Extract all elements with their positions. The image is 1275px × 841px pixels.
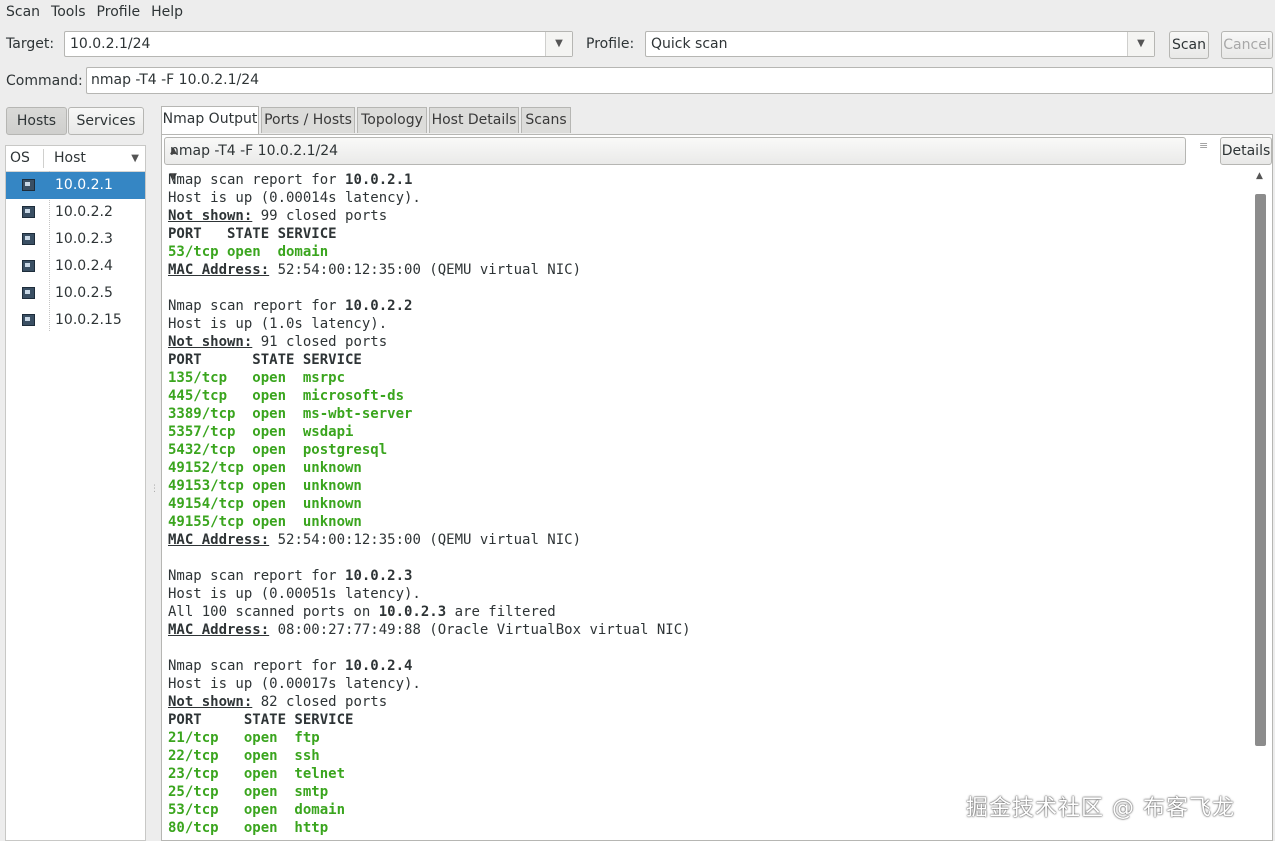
output-line: 135/tcp open msrpc bbox=[168, 370, 346, 386]
target-combo[interactable]: 10.0.2.1/24 ▼ bbox=[64, 31, 573, 57]
host-ip: 10.0.2.5 bbox=[55, 285, 113, 301]
os-unknown-icon bbox=[22, 206, 35, 218]
output-line: 49154/tcp open unknown bbox=[168, 496, 362, 512]
output-line: All 100 scanned ports on 10.0.2.3 are fi… bbox=[168, 604, 556, 620]
watermark: 掘金技术社区 @ 布客飞龙 bbox=[966, 796, 1235, 821]
output-scan-select[interactable]: nmap -T4 -F 10.0.2.1/24 ▲ ▼ bbox=[164, 137, 1186, 182]
pane-resize-grip[interactable]: ⋮ bbox=[150, 484, 159, 494]
host-row[interactable]: 10.0.2.15 bbox=[6, 307, 145, 334]
output-line: Host is up (0.00051s latency). bbox=[168, 586, 421, 602]
output-line: MAC Address: 52:54:00:12:35:00 (QEMU vir… bbox=[168, 532, 582, 548]
output-line: Nmap scan report for 10.0.2.4 bbox=[168, 658, 413, 674]
menu-tools[interactable]: Tools bbox=[45, 1, 91, 23]
output-line: Nmap scan report for 10.0.2.3 bbox=[168, 568, 413, 584]
sort-descending-icon[interactable]: ▼ bbox=[131, 146, 139, 171]
column-host[interactable]: Host bbox=[54, 146, 86, 171]
toolbar-grip-icon: ≡ bbox=[1199, 139, 1209, 152]
host-row[interactable]: 10.0.2.2 bbox=[6, 199, 145, 226]
output-line: PORT STATE SERVICE bbox=[168, 226, 337, 242]
menu-help[interactable]: Help bbox=[145, 1, 188, 23]
scrollbar-thumb[interactable] bbox=[1255, 194, 1266, 746]
command-value[interactable]: nmap -T4 -F 10.0.2.1/24 bbox=[91, 68, 259, 93]
host-ip: 10.0.2.3 bbox=[55, 231, 113, 247]
column-os[interactable]: OS bbox=[10, 146, 30, 171]
profile-label: Profile: bbox=[586, 36, 635, 52]
output-line: 49153/tcp open unknown bbox=[168, 478, 362, 494]
host-ip: 10.0.2.1 bbox=[55, 177, 113, 193]
menubar: Scan Tools Profile Help bbox=[0, 0, 1275, 24]
scan-toolbar: Target: 10.0.2.1/24 ▼ Profile: Quick sca… bbox=[0, 27, 1275, 61]
os-unknown-icon bbox=[22, 287, 35, 299]
host-ip: 10.0.2.2 bbox=[55, 204, 113, 220]
host-row[interactable]: 10.0.2.5 bbox=[6, 280, 145, 307]
host-list-header: OS Host ▼ bbox=[6, 146, 145, 172]
os-unknown-icon bbox=[22, 314, 35, 326]
host-row[interactable]: 10.0.2.4 bbox=[6, 253, 145, 280]
command-label: Command: bbox=[6, 73, 83, 89]
os-unknown-icon bbox=[22, 179, 35, 191]
output-line: Host is up (1.0s latency). bbox=[168, 316, 388, 332]
target-label: Target: bbox=[6, 36, 55, 52]
target-dropdown-icon[interactable]: ▼ bbox=[545, 32, 572, 56]
details-button[interactable]: Details bbox=[1220, 137, 1272, 165]
output-line: 22/tcp open ssh bbox=[168, 748, 320, 764]
host-list: OS Host ▼ 10.0.2.1 10.0.2.2 10.0.2.3 10.… bbox=[5, 145, 146, 841]
output-line: Not shown: 82 closed ports bbox=[168, 694, 388, 710]
output-line: 5357/tcp open wsdapi bbox=[168, 424, 354, 440]
output-line: Not shown: 91 closed ports bbox=[168, 334, 388, 350]
menu-profile[interactable]: Profile bbox=[91, 1, 146, 23]
output-line: 5432/tcp open postgresql bbox=[168, 442, 388, 458]
nmap-output-text: Nmap scan report for 10.0.2.1 Host is up … bbox=[168, 171, 1248, 841]
profile-dropdown-icon[interactable]: ▼ bbox=[1127, 32, 1154, 56]
menu-scan[interactable]: Scan bbox=[0, 1, 45, 23]
output-line: Host is up (0.00014s latency). bbox=[168, 190, 421, 206]
output-line: 445/tcp open microsoft-ds bbox=[168, 388, 405, 404]
output-line: Not shown: 99 closed ports bbox=[168, 208, 388, 224]
os-unknown-icon bbox=[22, 260, 35, 272]
column-separator bbox=[43, 149, 44, 168]
command-input[interactable]: nmap -T4 -F 10.0.2.1/24 bbox=[86, 67, 1273, 94]
command-row: Command: nmap -T4 -F 10.0.2.1/24 bbox=[0, 66, 1275, 96]
cancel-button[interactable]: Cancel bbox=[1221, 31, 1273, 59]
host-row[interactable]: 10.0.2.1 bbox=[6, 172, 145, 199]
output-line: 49152/tcp open unknown bbox=[168, 460, 362, 476]
output-line: Host is up (0.00017s latency). bbox=[168, 676, 421, 692]
output-line: 23/tcp open telnet bbox=[168, 766, 346, 782]
profile-combo[interactable]: Quick scan ▼ bbox=[645, 31, 1155, 57]
tab-nmap-output[interactable]: Nmap Output bbox=[161, 106, 259, 134]
host-row[interactable]: 10.0.2.3 bbox=[6, 226, 145, 253]
output-line: MAC Address: 52:54:00:12:35:00 (QEMU vir… bbox=[168, 262, 582, 278]
output-line: Nmap scan report for 10.0.2.2 bbox=[168, 298, 413, 314]
output-line: Nmap scan report for 10.0.2.1 bbox=[168, 172, 413, 188]
scan-button[interactable]: Scan bbox=[1169, 31, 1209, 59]
output-line: MAC Address: 08:00:27:77:49:88 (Oracle V… bbox=[168, 622, 691, 638]
output-line: 21/tcp open ftp bbox=[168, 730, 320, 746]
hosts-toggle-button[interactable]: Hosts bbox=[6, 107, 67, 135]
services-toggle-button[interactable]: Services bbox=[68, 107, 144, 135]
scroll-up-icon[interactable]: ▲ bbox=[1256, 171, 1263, 181]
output-line: PORT STATE SERVICE bbox=[168, 352, 362, 368]
output-scrollbar[interactable]: ▲ bbox=[1253, 171, 1269, 841]
output-line: 53/tcp open domain bbox=[168, 244, 329, 260]
tab-scans[interactable]: Scans bbox=[521, 107, 571, 133]
os-unknown-icon bbox=[22, 233, 35, 245]
output-line: PORT STATE SERVICE bbox=[168, 712, 354, 728]
tab-topology[interactable]: Topology bbox=[357, 107, 427, 133]
tab-ports-hosts[interactable]: Ports / Hosts bbox=[261, 107, 355, 133]
host-ip: 10.0.2.15 bbox=[55, 312, 122, 328]
tab-host-details[interactable]: Host Details bbox=[429, 107, 519, 133]
target-value[interactable]: 10.0.2.1/24 bbox=[70, 32, 150, 56]
output-line: 3389/tcp open ms-wbt-server bbox=[168, 406, 413, 422]
output-line: 49155/tcp open unknown bbox=[168, 514, 362, 530]
host-ip: 10.0.2.4 bbox=[55, 258, 113, 274]
profile-value[interactable]: Quick scan bbox=[651, 32, 727, 56]
